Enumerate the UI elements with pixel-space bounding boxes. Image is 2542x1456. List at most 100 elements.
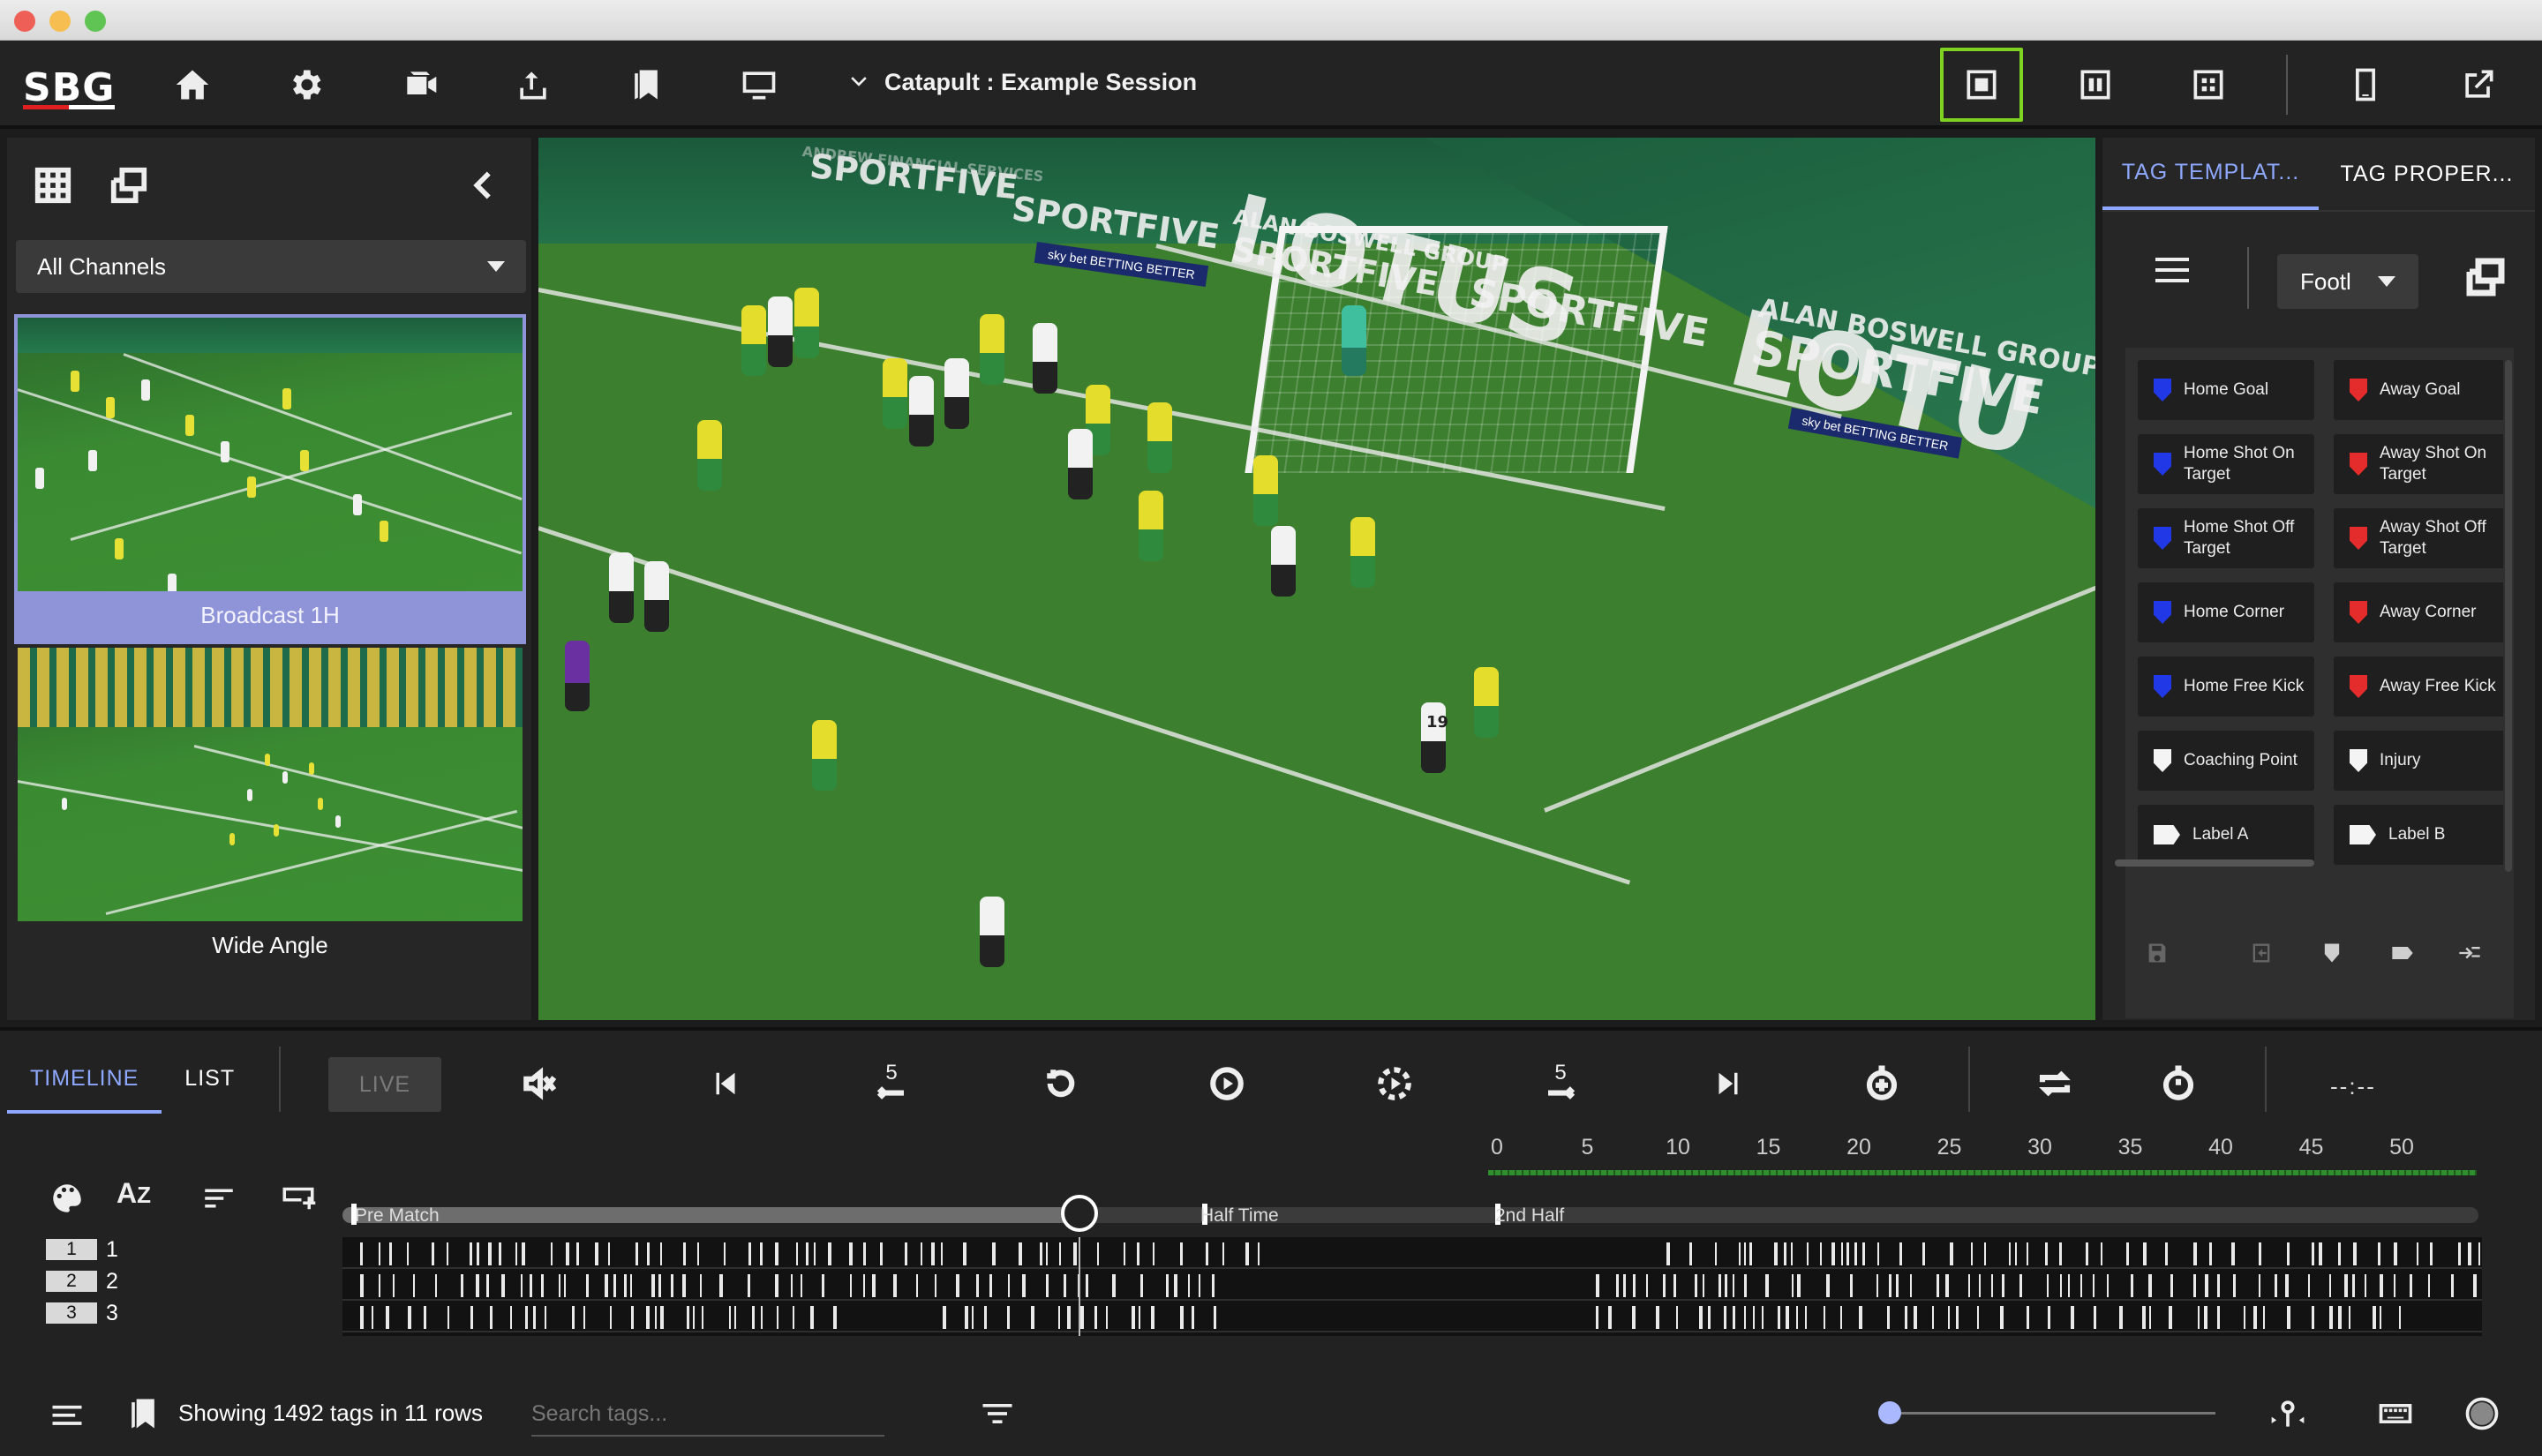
tag-marker[interactable] [1854,1242,1857,1265]
tag-marker[interactable] [1064,1274,1066,1297]
tag-marker[interactable] [525,1306,528,1329]
tag-marker[interactable] [1840,1306,1842,1329]
tag-marker[interactable] [2378,1242,2380,1265]
camera-button[interactable] [395,60,445,109]
tag-marker[interactable] [476,1274,479,1297]
tag-marker[interactable] [501,1274,505,1297]
tag-marker[interactable] [1733,1306,1735,1329]
tag-marker[interactable] [658,1274,661,1297]
tag-marker[interactable] [972,1306,974,1329]
tag-marker[interactable] [850,1274,852,1297]
tag-marker[interactable] [486,1274,489,1297]
tag-marker[interactable] [2048,1306,2050,1329]
tag-marker[interactable] [1733,1274,1734,1297]
tag-marker[interactable] [1914,1306,1917,1329]
tag-marker[interactable] [2107,1274,2109,1297]
tag-marker[interactable] [697,1242,699,1265]
tag-marker[interactable] [1008,1274,1010,1297]
tag-marker[interactable] [833,1306,837,1329]
tag-marker[interactable] [2000,1306,2004,1329]
tag-marker[interactable] [2430,1242,2433,1265]
tag-marker[interactable] [510,1306,512,1329]
tag-marker[interactable] [636,1242,638,1265]
tag-marker[interactable] [1676,1306,1678,1329]
tag-marker[interactable] [941,1242,943,1265]
tag-marker[interactable] [2451,1274,2454,1297]
loop-button[interactable] [2030,1059,2079,1108]
tag-marker[interactable] [2198,1306,2200,1329]
tag-marker[interactable] [1786,1306,1789,1329]
tag-marker[interactable] [564,1274,566,1297]
tag-marker[interactable] [2275,1274,2277,1297]
tag-marker[interactable] [791,1274,793,1297]
tag-marker[interactable] [1905,1306,1907,1329]
tag-marker[interactable] [413,1274,415,1297]
tag-marker[interactable] [1673,1274,1676,1297]
tag-marker[interactable] [372,1306,373,1329]
tag-marker[interactable] [551,1242,553,1265]
tag-button[interactable]: Away Corner [2334,582,2503,642]
tag-marker[interactable] [2059,1242,2062,1265]
tag-marker[interactable] [2045,1242,2048,1265]
tag-marker[interactable] [683,1242,686,1265]
tag-button[interactable]: Label A [2138,805,2314,865]
tag-marker[interactable] [760,1242,763,1265]
tag-marker[interactable] [1887,1306,1890,1329]
previous-button[interactable] [701,1059,750,1108]
tag-marker[interactable] [671,1274,673,1297]
tag-marker[interactable] [651,1274,655,1297]
tag-marker[interactable] [1922,1242,1925,1265]
tag-marker[interactable] [2204,1306,2207,1329]
tag-marker[interactable] [379,1242,380,1265]
tag-marker[interactable] [2263,1306,2265,1329]
tag-menu-button[interactable] [2155,258,2189,289]
tag-marker[interactable] [752,1306,755,1329]
tag-marker[interactable] [2399,1306,2401,1329]
add-shield-tag-button[interactable] [2314,935,2350,971]
bookmarks-filter-button[interactable] [118,1389,168,1438]
tag-marker[interactable] [1937,1274,1939,1297]
tag-marker[interactable] [1889,1274,1891,1297]
tag-marker[interactable] [435,1274,437,1297]
tag-marker[interactable] [702,1306,703,1329]
tag-marker[interactable] [432,1242,434,1265]
tag-marker[interactable] [1059,1242,1061,1265]
zoom-slider-handle[interactable] [1878,1401,1901,1424]
tag-marker[interactable] [1791,1242,1793,1265]
tag-marker[interactable] [2233,1274,2236,1297]
tag-marker[interactable] [1206,1242,1208,1265]
tag-marker[interactable] [1180,1242,1183,1265]
zoom-slider-track[interactable] [1880,1412,2215,1415]
tag-marker[interactable] [2259,1274,2260,1297]
tag-marker[interactable] [2093,1274,2095,1297]
tag-marker[interactable] [992,1242,996,1265]
tag-button[interactable]: Home Shot On Target [2138,434,2314,494]
tag-marker[interactable] [2027,1242,2028,1265]
tag-marker[interactable] [734,1306,736,1329]
tag-marker[interactable] [583,1306,585,1329]
tag-marker[interactable] [2373,1306,2376,1329]
tag-marker[interactable] [1979,1274,1981,1297]
tag-marker[interactable] [2259,1242,2261,1265]
tag-marker[interactable] [1222,1242,1224,1265]
tag-marker[interactable] [1073,1242,1077,1265]
tag-marker[interactable] [2027,1306,2029,1329]
tag-marker[interactable] [1124,1242,1125,1265]
tag-marker[interactable] [682,1274,686,1297]
tag-marker[interactable] [956,1274,959,1297]
tag-marker[interactable] [461,1274,463,1297]
tag-marker[interactable] [1826,1274,1830,1297]
tag-marker[interactable] [1846,1242,1849,1265]
tag-marker[interactable] [2080,1274,2082,1297]
tag-marker[interactable] [1616,1274,1619,1297]
tag-marker[interactable] [1258,1242,1260,1265]
tag-marker[interactable] [1245,1242,1249,1265]
zoom-window-button[interactable] [85,11,106,32]
tag-marker[interactable] [522,1242,525,1265]
tag-marker[interactable] [1633,1274,1636,1297]
tag-marker[interactable] [2217,1274,2220,1297]
export-button[interactable] [508,60,558,109]
bookmarks-button[interactable] [621,60,671,109]
tag-marker[interactable] [1666,1242,1670,1265]
tag-marker[interactable] [2002,1274,2004,1297]
